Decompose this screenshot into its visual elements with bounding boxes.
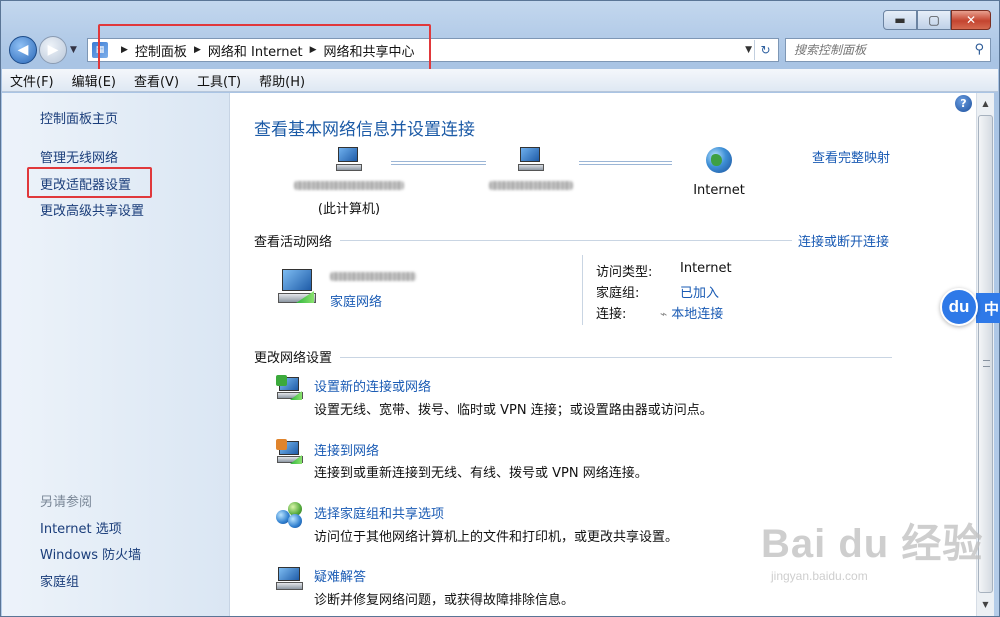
breadcrumb-network-sharing-center[interactable]: 网络和共享中心 <box>324 41 415 60</box>
see-also-heading: 另请参阅 <box>40 495 93 510</box>
sidebar-advanced-sharing[interactable]: 更改高级共享设置 <box>40 200 144 219</box>
map-node-internet: Internet <box>676 147 762 198</box>
active-networks-heading: 查看活动网络 <box>254 235 333 250</box>
local-connection-link[interactable]: ⌁ 本地连接 <box>660 303 723 322</box>
control-panel-icon: ▦ <box>92 42 108 58</box>
forward-button[interactable]: ▶ <box>39 36 67 64</box>
change-settings-heading: 更改网络设置 <box>254 351 333 366</box>
recent-pages-dropdown-icon[interactable]: ▼ <box>70 45 77 55</box>
control-panel-window: ▬ ▢ ✕ ◀ ▶ ▼ ▦ ▶ 控制面板 ▶ 网络和 Internet ▶ 网络… <box>0 0 1000 617</box>
homegroup-sharing-icon[interactable] <box>276 502 302 528</box>
troubleshoot-icon[interactable] <box>276 567 304 591</box>
connect-to-network-icon[interactable] <box>276 439 304 465</box>
maximize-button[interactable]: ▢ <box>917 10 951 30</box>
local-connection-label: 本地连接 <box>671 307 724 322</box>
navigation-bar: ◀ ▶ ▼ ▦ ▶ 控制面板 ▶ 网络和 Internet ▶ 网络和共享中心 … <box>9 36 991 64</box>
task-setup-new-connection[interactable]: 设置新的连接或网络 <box>314 376 431 395</box>
back-button[interactable]: ◀ <box>9 36 37 64</box>
map-node-network <box>476 147 586 194</box>
task-connect-to-network-desc: 连接到或重新连接到无线、有线、拨号或 VPN 网络连接。 <box>314 466 648 481</box>
task-connect-to-network[interactable]: 连接到网络 <box>314 440 379 459</box>
page-title: 查看基本网络信息并设置连接 <box>254 120 475 140</box>
scroll-up-icon[interactable]: ▲ <box>977 95 994 112</box>
connect-disconnect-link[interactable]: 连接或断开连接 <box>798 231 889 250</box>
breadcrumb-control-panel[interactable]: 控制面板 <box>135 41 187 60</box>
home-network-link[interactable]: 家庭网络 <box>330 291 382 310</box>
network-icon <box>516 147 546 173</box>
vertical-divider <box>582 255 583 325</box>
globe-icon <box>706 147 732 173</box>
menu-help[interactable]: 帮助(H) <box>259 71 305 90</box>
breadcrumb-separator-icon[interactable]: ▶ <box>121 45 128 55</box>
access-type-label: 访问类型: <box>596 265 653 280</box>
task-homegroup-sharing[interactable]: 选择家庭组和共享选项 <box>314 503 444 522</box>
search-input[interactable] <box>794 43 964 57</box>
baidu-du-icon[interactable]: du <box>940 288 978 326</box>
sidebar-control-panel-home[interactable]: 控制面板主页 <box>40 108 118 127</box>
breadcrumb: ▶ 控制面板 ▶ 网络和 Internet ▶ 网络和共享中心 <box>114 41 415 60</box>
view-full-map-link[interactable]: 查看完整映射 <box>812 147 890 166</box>
watermark-logo-text: Bai du 经验 <box>761 522 984 566</box>
new-connection-icon[interactable] <box>276 375 304 401</box>
map-node-this-computer: (此计算机) <box>284 147 414 217</box>
section-divider <box>340 357 892 358</box>
menu-tools[interactable]: 工具(T) <box>197 71 241 90</box>
menu-edit[interactable]: 编辑(E) <box>72 71 116 90</box>
baidu-jingyan-watermark: Bai du 经验 jingyan.baidu.com <box>761 511 983 583</box>
close-button[interactable]: ✕ <box>951 10 991 30</box>
search-box[interactable]: ⚲ <box>785 38 991 62</box>
home-network-icon[interactable] <box>276 269 320 307</box>
breadcrumb-network-internet[interactable]: 网络和 Internet <box>208 41 303 60</box>
sidebar-internet-options[interactable]: Internet 选项 <box>40 518 122 537</box>
connections-label: 连接: <box>596 307 627 322</box>
sidebar-homegroup[interactable]: 家庭组 <box>40 571 79 590</box>
map-connection-line <box>579 161 672 165</box>
section-divider <box>340 240 792 241</box>
caption-buttons: ▬ ▢ ✕ <box>883 10 991 30</box>
ethernet-cable-icon: ⌁ <box>660 307 668 321</box>
breadcrumb-separator-icon[interactable]: ▶ <box>194 45 201 55</box>
computer-icon <box>334 147 364 173</box>
address-bar[interactable]: ▦ ▶ 控制面板 ▶ 网络和 Internet ▶ 网络和共享中心 ▼ ↻ <box>87 38 779 62</box>
sidebar-manage-wireless[interactable]: 管理无线网络 <box>40 147 118 166</box>
sidebar-windows-firewall[interactable]: Windows 防火墙 <box>40 544 141 563</box>
map-connection-line <box>391 161 486 165</box>
redacted-computer-name <box>294 181 404 190</box>
task-troubleshoot-desc: 诊断并修复网络问题，或获得故障排除信息。 <box>314 593 575 608</box>
sidebar-change-adapter-settings[interactable]: 更改适配器设置 <box>40 174 131 193</box>
address-dropdown-icon[interactable]: ▼ <box>745 45 752 55</box>
redacted-active-network-name <box>330 272 416 281</box>
menu-bar: 文件(F) 编辑(E) 查看(V) 工具(T) 帮助(H) <box>2 69 998 92</box>
breadcrumb-separator-icon[interactable]: ▶ <box>310 45 317 55</box>
task-homegroup-sharing-desc: 访问位于其他网络计算机上的文件和打印机，或更改共享设置。 <box>314 530 679 545</box>
internet-label: Internet <box>693 183 745 198</box>
refresh-icon[interactable]: ↻ <box>754 40 776 60</box>
task-pane: 控制面板主页 管理无线网络 更改适配器设置 更改高级共享设置 另请参阅 Inte… <box>2 93 230 616</box>
help-icon[interactable]: ? <box>955 95 972 112</box>
minimize-button[interactable]: ▬ <box>883 10 917 30</box>
homegroup-label: 家庭组: <box>596 286 640 301</box>
task-setup-new-connection-desc: 设置无线、宽带、拨号、临时或 VPN 连接；或设置路由器或访问点。 <box>314 403 713 418</box>
scroll-down-icon[interactable]: ▼ <box>977 596 994 613</box>
menu-view[interactable]: 查看(V) <box>134 71 179 90</box>
redacted-network-name <box>489 181 573 190</box>
search-icon[interactable]: ⚲ <box>974 42 984 57</box>
access-type-value: Internet <box>680 261 732 276</box>
watermark-url: jingyan.baidu.com <box>771 569 868 583</box>
homegroup-joined-link[interactable]: 已加入 <box>680 282 719 301</box>
menu-file[interactable]: 文件(F) <box>10 71 54 90</box>
baidu-assistant-tab[interactable]: 中 <box>976 293 1000 323</box>
this-computer-label: (此计算机) <box>317 202 381 217</box>
task-troubleshoot[interactable]: 疑难解答 <box>314 566 366 585</box>
